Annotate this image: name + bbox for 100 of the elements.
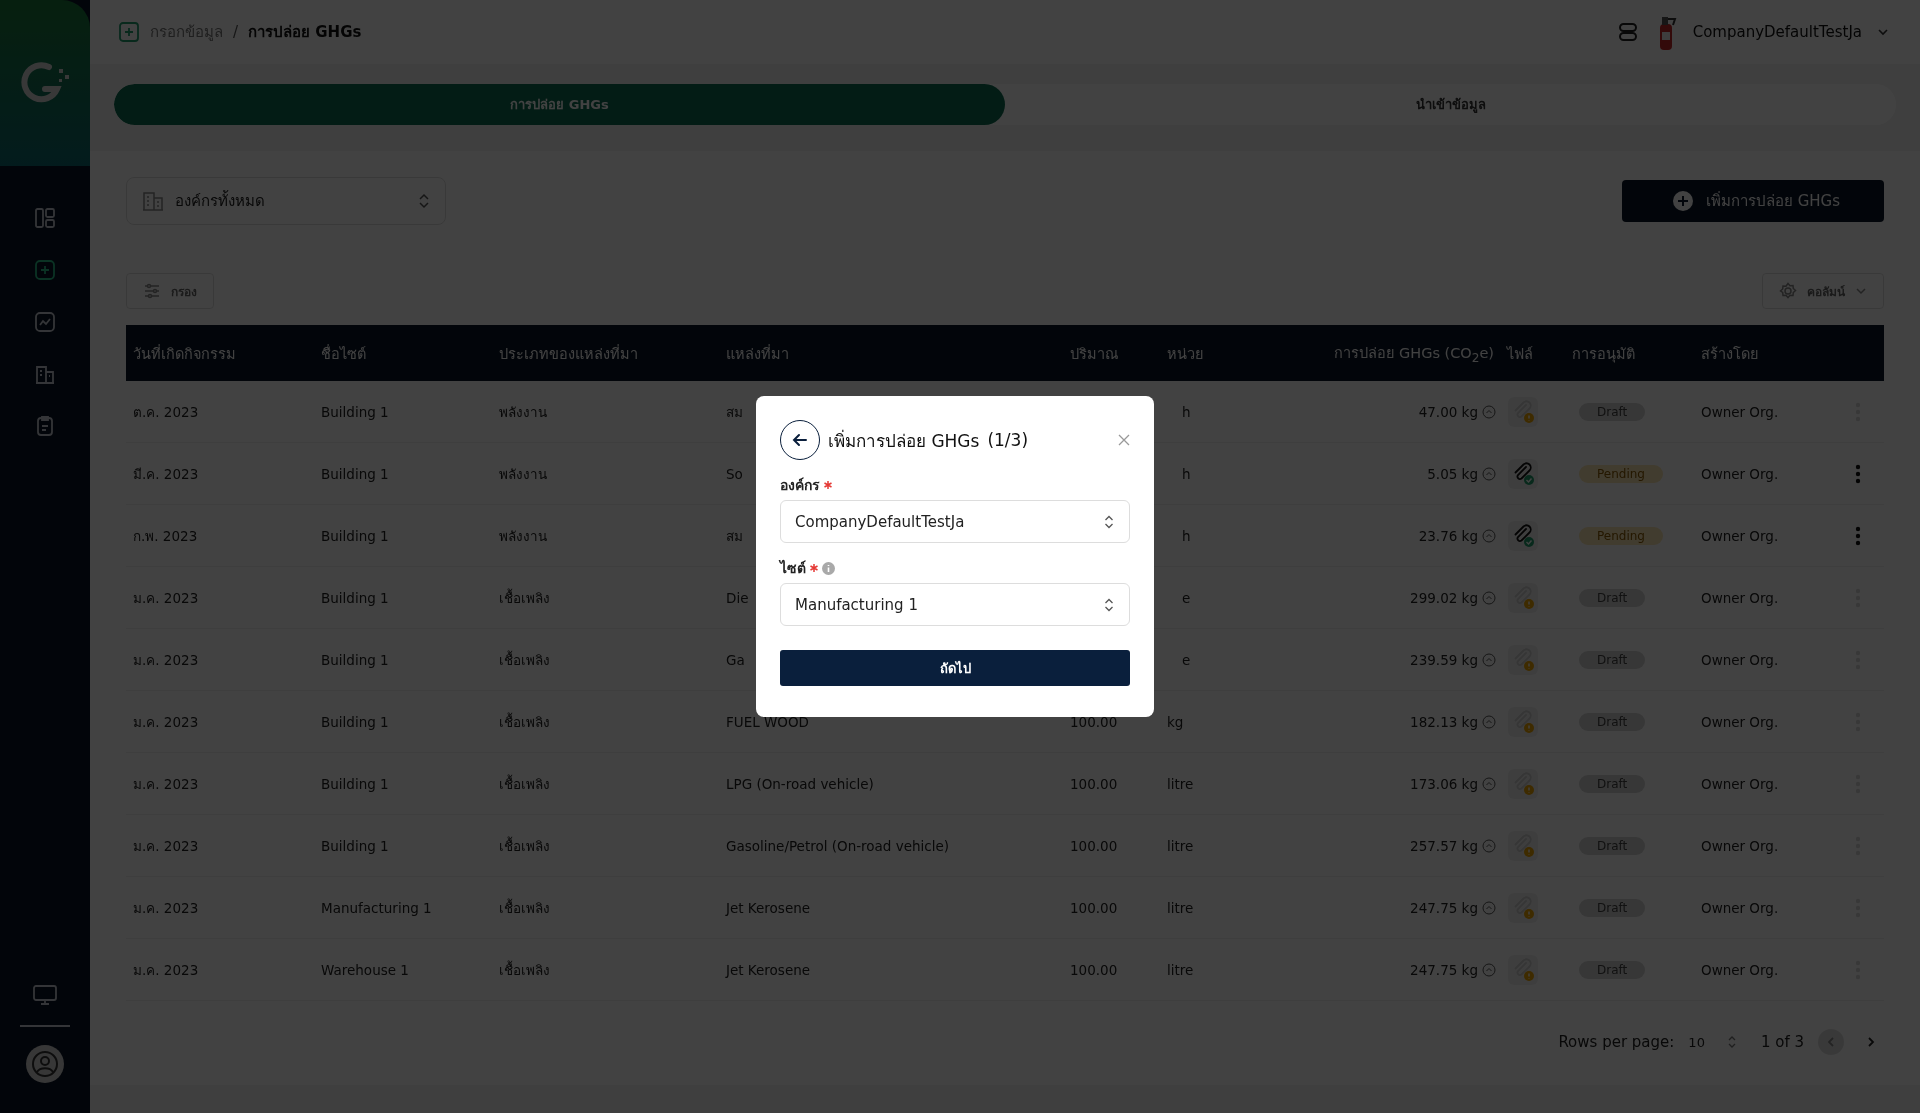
table-cell-text: Ga [725, 651, 745, 668]
table-cell-text: litre [1166, 961, 1194, 978]
table-cell-text: Owner Org. [1700, 403, 1779, 420]
table-cell-text: Jet Kerosene [724, 899, 811, 916]
table-cell-text: เชื้อเพลิง [498, 587, 550, 608]
table-cell-text: 100.00 [1069, 713, 1118, 730]
table-cell-text: Owner Org. [1700, 837, 1779, 854]
table-cell-text: 100.00 [1069, 961, 1118, 978]
table-cell: 239.59 kg [1410, 651, 1478, 668]
table-cell-text: kg [1166, 713, 1184, 730]
table-cell-text: 100.00 [1069, 837, 1118, 854]
table-cell-text: Owner Org. [1700, 899, 1779, 916]
table-cell-text: 100.00 [1069, 775, 1118, 792]
column-header: การปล่อย GHGs (CO$_{2}$e) [1333, 344, 1495, 365]
table-cell-text: ม.ค. 2023 [132, 960, 199, 980]
table-cell-text: เชื้อเพลิง [498, 649, 550, 670]
table-cell: 257.57 kg [1410, 837, 1478, 854]
table-cell-text: Owner Org. [1700, 713, 1779, 730]
table-cell-text: ม.ค. 2023 [132, 898, 199, 918]
table-cell-text: Building 1 [320, 775, 389, 792]
table-cell-text: Building 1 [320, 589, 389, 606]
table-cell-text: FUEL WOOD [725, 713, 809, 730]
table-cell-text: สม [725, 402, 743, 422]
column-header: ไฟล์ [1505, 344, 1534, 364]
table-cell: 247.75 kg [1410, 961, 1478, 978]
table-cell-text: มี.ค. 2023 [132, 464, 199, 484]
table-cell-text: พลังงาน [498, 464, 547, 484]
column-header: หน่วย [1166, 344, 1204, 364]
table-cell-text: สม [725, 526, 743, 546]
table-cell-text: e [1181, 651, 1191, 668]
table-cell-text: เชื้อเพลิง [498, 773, 550, 794]
table-cell: 173.06 kg [1410, 775, 1478, 792]
table-cell: 247.75 kg [1410, 899, 1478, 916]
table-cell-text: Die [725, 589, 749, 606]
table-cell-text: ม.ค. 2023 [132, 836, 199, 856]
table-cell-text: 100.00 [1069, 899, 1118, 916]
table-cell-text: Building 1 [320, 403, 389, 420]
table-cell-text: Gasoline/Petrol (On-road vehicle) [725, 837, 950, 854]
table-cell-text: Building 1 [320, 527, 389, 544]
table-cell-text: ม.ค. 2023 [132, 588, 199, 608]
user-name[interactable]: CompanyDefaultTestJa [1692, 23, 1862, 41]
table-cell: 23.76 kg [1418, 527, 1478, 544]
table-cell-text: ม.ค. 2023 [132, 650, 199, 670]
breadcrumb-separator: / [233, 23, 239, 41]
table-cell-text: Building 1 [320, 465, 389, 482]
table-cell-text: Owner Org. [1700, 465, 1779, 482]
table-cell: 5.05 kg [1427, 465, 1478, 482]
back-button[interactable] [780, 420, 820, 460]
table-cell-text: h [1181, 403, 1191, 420]
table-cell-text: พลังงาน [498, 526, 547, 546]
table-cell: 47.00 kg [1418, 403, 1478, 420]
select-field[interactable]: CompanyDefaultTestJa [780, 500, 1130, 543]
table-cell-text: Owner Org. [1700, 961, 1779, 978]
table-cell-text: So [725, 465, 743, 482]
table-cell-text: Jet Kerosene [724, 961, 811, 978]
rows-per-page-label: Rows per page: [1558, 1033, 1675, 1051]
step-counter: (1/3) [987, 430, 1028, 450]
column-header: การอนุมัติ [1571, 344, 1636, 365]
table-cell-text: h [1181, 465, 1191, 482]
table-cell-text: litre [1166, 899, 1194, 916]
table-cell-text: เชื้อเพลิง [498, 897, 550, 918]
table-cell-text: ม.ค. 2023 [132, 774, 199, 794]
table-cell-text: litre [1166, 837, 1194, 854]
field-label: องค์กร [780, 476, 820, 495]
table-cell-text: litre [1166, 775, 1194, 792]
table-cell: 182.13 kg [1410, 713, 1478, 730]
table-cell-text: เชื้อเพลิง [498, 711, 550, 732]
table-cell-text: Owner Org. [1700, 589, 1779, 606]
column-header: สร้างโดย [1700, 344, 1759, 364]
table-cell-text: h [1181, 527, 1191, 544]
table-cell-text: Owner Org. [1700, 527, 1779, 544]
table-cell-text: LPG (On-road vehicle) [725, 775, 874, 792]
select-field[interactable]: Manufacturing 1 [780, 583, 1130, 626]
table-cell-text: Owner Org. [1700, 651, 1779, 668]
table-cell: 299.02 kg [1410, 589, 1478, 606]
table-cell-text: Manufacturing 1 [320, 899, 432, 916]
column-header: ปริมาณ [1069, 344, 1119, 364]
column-header: ประเภทของแหล่งที่มา [498, 343, 639, 364]
field-label: ไซต์ [780, 559, 806, 578]
column-header: ชื่อไซต์ [320, 343, 367, 364]
table-cell-text: Building 1 [320, 713, 389, 730]
page-range: 1 of 3 [1760, 1033, 1804, 1051]
table-cell-text: เชื้อเพลิง [498, 835, 550, 856]
next-button[interactable]: ถัดไป [780, 650, 1130, 686]
info-icon[interactable] [822, 561, 835, 575]
column-header: วันที่เกิดกิจกรรม [132, 343, 237, 364]
table-cell-text: Building 1 [320, 651, 389, 668]
breadcrumb-current: การปล่อย GHGs [248, 22, 362, 43]
table-cell-text: Owner Org. [1700, 775, 1779, 792]
table-cell-text: ก.พ. 2023 [132, 526, 198, 546]
table-cell-text: เชื้อเพลิง [498, 959, 550, 980]
table-cell-text: e [1181, 589, 1191, 606]
table-cell-text: พลังงาน [498, 402, 547, 422]
modal-title: เพิ่มการปล่อย GHGs [828, 428, 980, 453]
column-header: แหล่งที่มา [725, 343, 790, 364]
table-cell-text: Building 1 [320, 837, 389, 854]
table-cell-text: ต.ค. 2023 [132, 402, 199, 422]
table-cell-text: ม.ค. 2023 [132, 712, 199, 732]
close-icon[interactable] [1118, 434, 1130, 446]
table-cell-text: Warehouse 1 [320, 961, 409, 978]
